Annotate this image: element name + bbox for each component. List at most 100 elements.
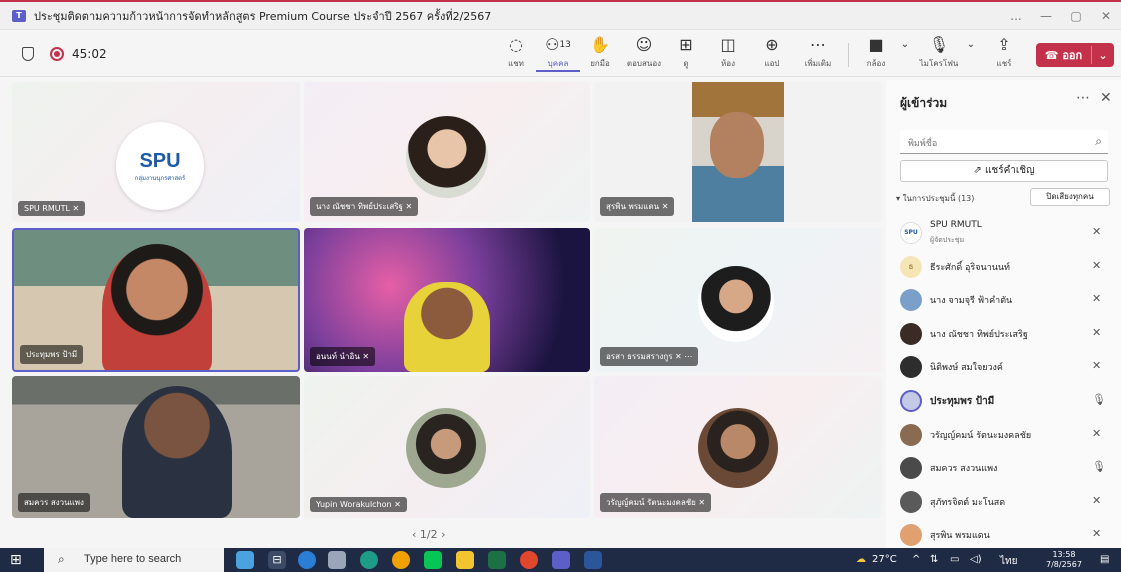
- camera-button[interactable]: ■ กล้อง: [856, 35, 896, 75]
- meeting-timer: 45:02: [72, 47, 107, 61]
- share-invite-button[interactable]: ⇗ แชร์คำเชิญ: [900, 160, 1108, 182]
- edge-icon[interactable]: [360, 551, 378, 569]
- list-item[interactable]: สุภัทรจิตต์ มะโนสด ✕: [886, 485, 1121, 519]
- participants-panel: ผู้เข้าร่วม ⋯ ✕ พิมพ์ชื่อ ⌕ ⇗ แชร์คำเชิญ…: [886, 80, 1121, 548]
- notification-icon[interactable]: ▤: [1100, 554, 1109, 565]
- mic-off-icon: ✕: [1092, 292, 1102, 306]
- taskbar-search-input[interactable]: ⌕ Type here to search: [44, 548, 224, 572]
- list-item[interactable]: วรัญญ์คมน์ รัตนะมงคลชัย ✕: [886, 418, 1121, 452]
- mute-all-button[interactable]: ปิดเสียงทุกคน: [1030, 188, 1110, 206]
- network-icon[interactable]: ⇅: [930, 554, 938, 565]
- avatar: ธ: [900, 255, 922, 278]
- chevron-up-icon[interactable]: ^: [912, 554, 920, 565]
- camera-options[interactable]: ⌄: [896, 35, 914, 75]
- apps-button[interactable]: ⊕ แอป: [750, 35, 794, 75]
- list-item[interactable]: นาง จามจุรี ฟ้าคำตัน ✕: [886, 283, 1121, 317]
- leave-button[interactable]: ☎ ออก ⌄: [1036, 43, 1114, 67]
- video-tile[interactable]: นาง ณัชชา ทิพย์ประเสริฐ ✕: [304, 82, 590, 222]
- avatar: [900, 457, 922, 480]
- mic-off-icon: ✕: [1092, 225, 1102, 238]
- video-tile[interactable]: สุรพิน พรมแดน ✕: [594, 82, 882, 222]
- teams-icon[interactable]: [552, 551, 570, 569]
- participant-video: [692, 82, 784, 222]
- participant-video: [404, 282, 490, 372]
- app-icon[interactable]: [298, 551, 316, 569]
- monitor-icon[interactable]: ▭: [950, 554, 959, 565]
- mic-off-icon: ✕: [394, 500, 401, 509]
- list-item[interactable]: นาง ณัชชา ทิพย์ประเสริฐ ✕: [886, 317, 1121, 351]
- share-icon: ⇪: [997, 35, 1011, 54]
- more-button[interactable]: ⋯ เพิ่มเติม: [796, 35, 840, 75]
- chevron-right-icon[interactable]: ›: [441, 528, 445, 541]
- word-icon[interactable]: [584, 551, 602, 569]
- participant-name-tag: สุรพิน พรมแดน ✕: [600, 197, 675, 216]
- avatar: [900, 524, 922, 547]
- participant-name-tag: Yupin Worakulchon ✕: [310, 497, 407, 512]
- in-meeting-section[interactable]: ▾ ในการประชุมนี้ (13): [896, 192, 974, 205]
- participant-search-input[interactable]: พิมพ์ชื่อ ⌕: [900, 130, 1108, 154]
- react-button[interactable]: ☺ ตอบสนอง: [622, 35, 666, 75]
- video-tile[interactable]: วรัญญ์คมน์ รัตนะมงคลชัย ✕: [594, 376, 882, 518]
- windows-start-icon[interactable]: ⊞: [10, 552, 26, 568]
- list-item[interactable]: ธ ธีระศักดิ์ อุริจนานนท์ ✕: [886, 250, 1121, 284]
- chevron-left-icon[interactable]: ‹: [412, 528, 416, 541]
- meeting-toolbar: 45:02 ◌ แชท ⚇13 บุคคล ✋ ยกมือ ☺ ตอบสนอง …: [0, 31, 1121, 77]
- share-button[interactable]: ⇪ แชร์: [984, 35, 1024, 75]
- video-tile[interactable]: ประทุมพร ป้ามี: [12, 228, 300, 372]
- people-button[interactable]: ⚇13 บุคคล: [536, 35, 580, 75]
- video-tile[interactable]: SPU กลุ่มงานนุกรศาสตร์ SPU RMUTL ✕: [12, 82, 300, 222]
- avatar: [900, 356, 922, 379]
- mic-button[interactable]: 🎙 ไมโครโฟน: [914, 35, 964, 75]
- list-item[interactable]: ประทุมพร ป้ามี 🎙: [886, 384, 1121, 418]
- chrome-icon[interactable]: [520, 551, 538, 569]
- language-indicator[interactable]: ไทย: [1000, 554, 1017, 569]
- mic-off-icon: ✕: [1092, 527, 1102, 541]
- close-icon[interactable]: ✕: [1100, 90, 1112, 106]
- participant-name-tag: SPU RMUTL ✕: [18, 201, 86, 216]
- grid-pager[interactable]: ‹ 1/2 ›: [412, 528, 446, 541]
- phone-icon: ☎: [1044, 49, 1059, 62]
- clock[interactable]: 13:58 7/8/2567: [1046, 550, 1082, 570]
- apps-icon: ⊕: [765, 35, 779, 54]
- video-tile[interactable]: สมควร สงวนแพง: [12, 376, 300, 518]
- people-app-icon[interactable]: [236, 551, 254, 569]
- maximize-icon[interactable]: ▢: [1061, 9, 1091, 23]
- raise-hand-button[interactable]: ✋ ยกมือ: [578, 35, 622, 75]
- list-item[interactable]: นิติพงษ์ สมใจยวงค์ ✕: [886, 350, 1121, 384]
- people-icon: ⚇13: [545, 35, 571, 54]
- shield-icon[interactable]: [22, 47, 34, 61]
- close-icon[interactable]: ✕: [1091, 9, 1121, 23]
- view-button[interactable]: ⊞ ดู: [664, 35, 708, 75]
- rooms-button[interactable]: ◫ ห้อง: [706, 35, 750, 75]
- excel-icon[interactable]: [488, 551, 506, 569]
- participant-name-tag: ประทุมพร ป้ามี: [20, 345, 84, 364]
- avatar: [900, 389, 922, 412]
- list-item[interactable]: สุรพิน พรมแดน ✕: [886, 518, 1121, 552]
- rooms-icon: ◫: [720, 35, 736, 54]
- participant-name-tag: สมควร สงวนแพง: [18, 493, 90, 512]
- emoji-icon: ☺: [635, 35, 653, 54]
- volume-icon[interactable]: ◁): [970, 554, 982, 565]
- video-tile[interactable]: Yupin Worakulchon ✕: [304, 376, 590, 518]
- chat-button[interactable]: ◌ แชท: [494, 35, 538, 75]
- chrome-icon[interactable]: [392, 551, 410, 569]
- video-tile[interactable]: อนนท์ นำอิน ✕: [304, 228, 590, 372]
- app-icon[interactable]: [328, 551, 346, 569]
- mic-options[interactable]: ⌄: [962, 35, 980, 75]
- participant-video: [102, 244, 212, 370]
- task-view-icon[interactable]: ⊟: [268, 551, 286, 569]
- line-icon[interactable]: [424, 551, 442, 569]
- more-icon[interactable]: ...: [1001, 9, 1031, 23]
- chevron-down-icon: ▾: [896, 194, 901, 203]
- file-explorer-icon[interactable]: [456, 551, 474, 569]
- more-icon[interactable]: ⋯: [1076, 90, 1090, 106]
- mic-off-icon: ✕: [362, 352, 370, 361]
- minimize-icon[interactable]: —: [1031, 9, 1061, 23]
- list-item[interactable]: SPU SPU RMUTL ผู้จัดประชุม ✕: [886, 216, 1121, 250]
- temperature[interactable]: 27°C: [872, 554, 897, 565]
- chevron-down-icon[interactable]: ⌄: [1092, 49, 1114, 62]
- more-icon: ⋯: [684, 352, 693, 361]
- video-tile[interactable]: อรสา ธรรมสรางกูร ✕ ⋯: [594, 228, 882, 372]
- avatar: [900, 423, 922, 446]
- list-item[interactable]: สมควร สงวนแพง 🎙: [886, 451, 1121, 485]
